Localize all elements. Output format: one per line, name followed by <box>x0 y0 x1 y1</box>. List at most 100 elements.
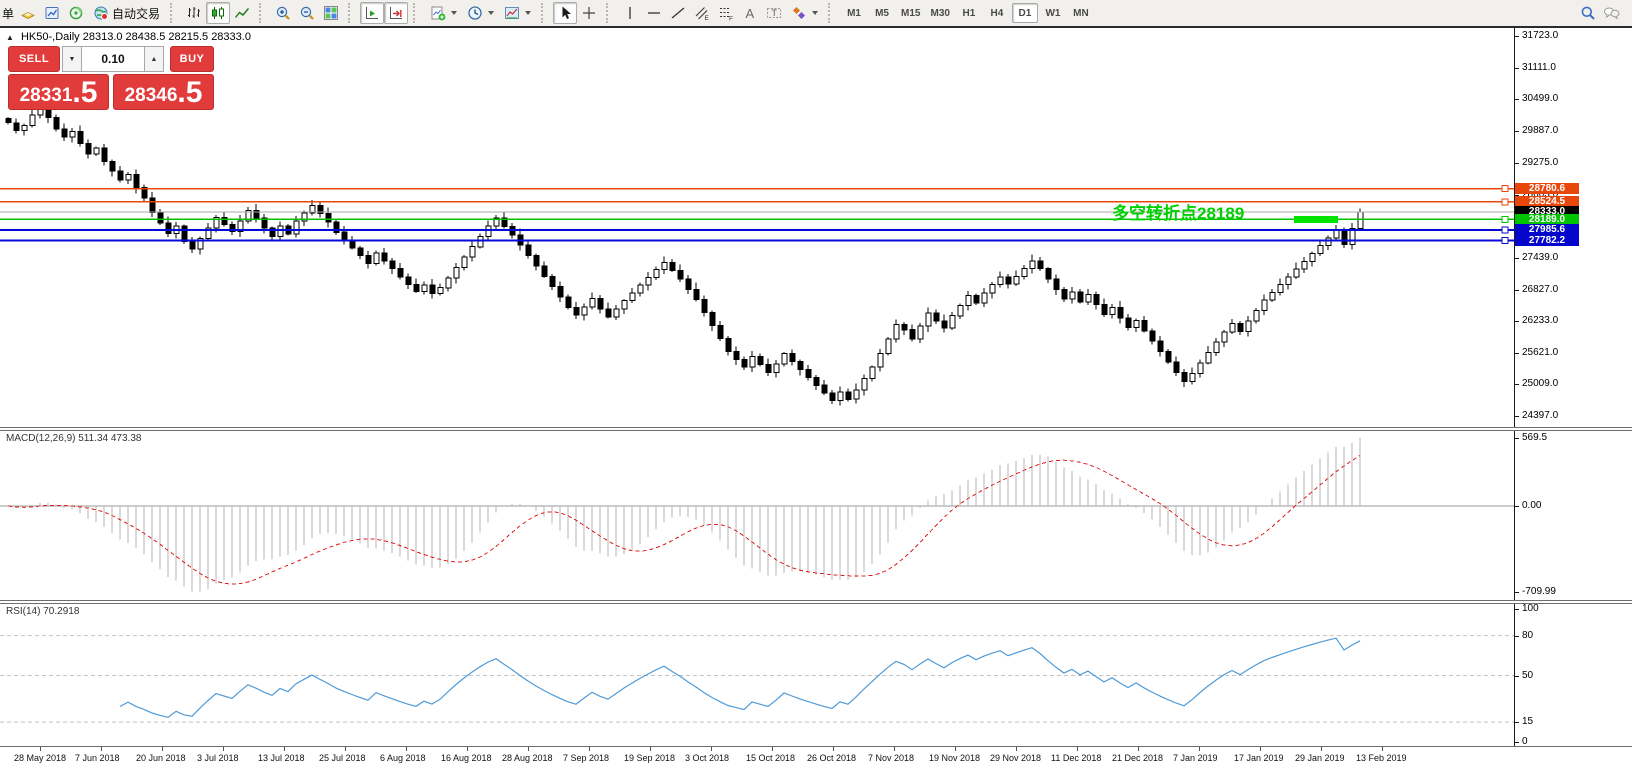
date-label: 15 Oct 2018 <box>746 753 796 763</box>
date-label: 13 Feb 2019 <box>1356 753 1407 763</box>
axis-tick-mark <box>1514 609 1519 610</box>
price-line-label-27985.6: 27985.6 <box>1515 224 1579 236</box>
date-label: 16 Aug 2018 <box>441 753 492 763</box>
line-chart-icon <box>234 8 250 18</box>
trading-terminal-window: 单 自动交易 E F A T M1 M5 M15 M30 H1 H4 D1 W1… <box>0 0 1632 774</box>
volume-decrease-button[interactable]: ▼ <box>62 46 82 72</box>
horizontal-line-button[interactable] <box>642 2 666 24</box>
buy-button[interactable]: BUY <box>170 46 214 72</box>
axis-tick-mark <box>1514 636 1519 637</box>
date-label: 21 Dec 2018 <box>1112 753 1164 763</box>
time-axis-tick <box>101 747 102 751</box>
axis-tick-mark <box>1514 163 1519 164</box>
date-label: 11 Dec 2018 <box>1051 753 1102 763</box>
rsi-line <box>119 637 1361 719</box>
svg-text:T: T <box>772 8 778 18</box>
toolbar-separator <box>170 3 178 23</box>
price-tick-26233.0: 26233.0 <box>1522 315 1559 326</box>
sell-price[interactable]: 28331.5 <box>8 74 109 110</box>
axis-tick-mark <box>1514 321 1519 322</box>
auto-scroll-button[interactable] <box>360 2 385 24</box>
price-tick-26827.0: 26827.0 <box>1522 284 1559 295</box>
crosshair-button[interactable] <box>577 2 601 24</box>
buy-price-dec: .5 <box>177 76 203 109</box>
vertical-line-icon <box>629 7 631 19</box>
date-label: 7 Jun 2018 <box>75 753 120 763</box>
dropdown-caret-icon <box>812 11 819 15</box>
buy-price-int: 28346 <box>124 85 178 106</box>
equidistant-channel-button[interactable]: E <box>690 2 714 24</box>
dropdown-caret-icon <box>451 11 458 15</box>
date-label: 7 Sep 2018 <box>563 753 610 763</box>
time-axis-tick <box>1382 747 1383 751</box>
zoom-in-button[interactable] <box>271 2 295 24</box>
rsi-chart-canvas[interactable] <box>0 603 1514 746</box>
svg-text:F: F <box>729 16 733 22</box>
autotrading-label: 自动交易 <box>112 6 161 21</box>
fibonacci-button[interactable]: F <box>714 2 738 24</box>
new-chart-button[interactable] <box>425 2 462 24</box>
text-tool-button[interactable]: A <box>738 2 762 24</box>
chart-shift-button[interactable] <box>384 2 409 24</box>
macd-tick-0.00: 0.00 <box>1522 500 1542 511</box>
date-label: 7 Jan 2019 <box>1173 753 1218 763</box>
arrows-tool-button[interactable] <box>786 2 823 24</box>
trendline-button[interactable] <box>666 2 690 24</box>
search-button[interactable] <box>1576 2 1600 24</box>
axis-tick-mark <box>1514 722 1519 723</box>
new-order-button[interactable] <box>16 2 40 24</box>
bar-chart-button[interactable] <box>182 2 206 24</box>
one-click-trading-panel: SELL ▼ ▲ BUY 28331.5 28346.5 <box>8 46 214 110</box>
time-axis-separator <box>0 746 1632 747</box>
line-chart-button[interactable] <box>230 2 254 24</box>
text-label-button[interactable]: T <box>762 2 786 24</box>
volume-increase-button[interactable]: ▲ <box>144 46 164 72</box>
axis-tick-mark <box>1514 99 1519 100</box>
timeframe-button-m15[interactable]: M15 <box>897 3 924 23</box>
timeframe-button-m5[interactable]: M5 <box>869 3 895 23</box>
sell-button[interactable]: SELL <box>8 46 60 72</box>
templates-button[interactable] <box>499 2 536 24</box>
price-tick-27439.0: 27439.0 <box>1522 252 1559 263</box>
volume-input[interactable] <box>82 46 144 72</box>
macd-chart-canvas[interactable] <box>0 430 1514 600</box>
rsi-label: RSI(14) 70.2918 <box>6 606 80 617</box>
timeframe-button-m30[interactable]: M30 <box>926 3 953 23</box>
panel-separator[interactable] <box>0 427 1632 431</box>
arrows-tool-icon <box>792 6 806 20</box>
timeframe-button-mn[interactable]: MN <box>1068 3 1094 23</box>
price-line-label-28189.0: 28189.0 <box>1515 213 1579 225</box>
vertical-line-button[interactable] <box>618 2 642 24</box>
new-order-icon <box>21 12 35 19</box>
toolbar-separator <box>259 3 267 23</box>
axis-tick-mark <box>1514 36 1519 37</box>
price-tick-31111.0: 31111.0 <box>1522 62 1556 73</box>
date-label: 25 Jul 2018 <box>319 753 366 763</box>
navigator-button[interactable] <box>64 2 88 24</box>
market-watch-button[interactable] <box>40 2 64 24</box>
autotrading-button[interactable]: 自动交易 <box>88 2 165 24</box>
periods-button[interactable] <box>462 2 499 24</box>
candlestick-chart-button[interactable] <box>206 2 231 24</box>
cursor-button[interactable] <box>553 2 578 24</box>
zoom-out-button[interactable] <box>295 2 319 24</box>
timeframe-button-h1[interactable]: H1 <box>956 3 982 23</box>
date-label: 28 May 2018 <box>14 753 67 763</box>
date-label: 26 Oct 2018 <box>807 753 857 763</box>
tile-windows-button[interactable] <box>319 2 343 24</box>
timeframe-button-h4[interactable]: H4 <box>984 3 1010 23</box>
buy-price[interactable]: 28346.5 <box>113 74 214 110</box>
macd-label: MACD(12,26,9) 511.34 473.38 <box>6 433 142 444</box>
date-label: 6 Aug 2018 <box>380 753 426 763</box>
collapse-icon[interactable]: ▲ <box>6 33 14 42</box>
chat-button[interactable] <box>1600 2 1624 24</box>
timeframe-button-d1[interactable]: D1 <box>1011 3 1038 23</box>
fibonacci-icon: F <box>720 8 733 22</box>
new-order-label-clipped[interactable]: 单 <box>2 5 14 22</box>
date-label: 3 Oct 2018 <box>685 753 730 763</box>
panel-separator[interactable] <box>0 600 1632 604</box>
timeframe-button-w1[interactable]: W1 <box>1040 3 1066 23</box>
price-chart-canvas[interactable] <box>0 28 1514 427</box>
time-axis[interactable]: 28 May 2018 7 Jun 2018 20 Jun 2018 3 Jul 20… <box>0 747 1632 774</box>
timeframe-button-m1[interactable]: M1 <box>841 3 867 23</box>
